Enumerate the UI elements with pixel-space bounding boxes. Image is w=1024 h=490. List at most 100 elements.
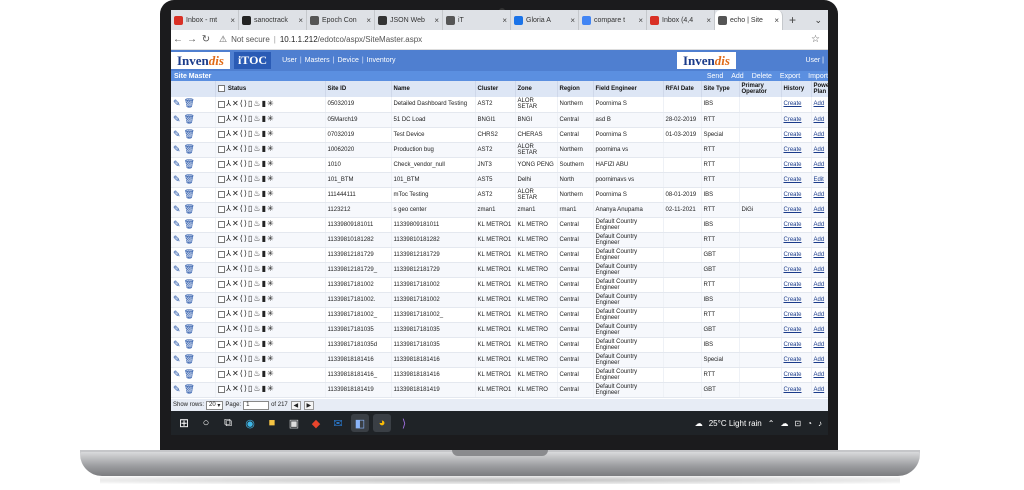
history-create-link[interactable]: Create — [784, 147, 802, 153]
header-status[interactable]: Status — [215, 81, 326, 97]
table-row[interactable]: ✎ 🗑 ⅄✕⟨⟩▯♨▮✳ 11339817181035 11339817181035 K… — [171, 322, 828, 338]
delete-trash-icon[interactable]: 🗑 — [184, 279, 195, 289]
edit-pencil-icon[interactable]: ✎ — [173, 204, 181, 214]
file-explorer-icon[interactable]: ■ — [263, 414, 281, 432]
table-row[interactable]: ✎ 🗑 ⅄✕⟨⟩▯♨▮✳ 05032019 Detailed Dashboard Te… — [171, 97, 828, 113]
row-checkbox[interactable] — [217, 145, 225, 153]
table-row[interactable]: ✎ 🗑 ⅄✕⟨⟩▯♨▮✳ 11339817181035d 11339817181035… — [171, 337, 828, 353]
header-cluster[interactable]: Cluster — [475, 81, 516, 97]
close-tab-icon[interactable]: × — [706, 16, 711, 25]
row-checkbox[interactable] — [217, 280, 225, 288]
power-plan-link[interactable]: Add — [814, 252, 825, 258]
power-plan-link[interactable]: Add — [814, 117, 825, 123]
close-tab-icon[interactable]: × — [366, 16, 371, 25]
power-plan-link[interactable]: Add — [814, 342, 825, 348]
history-create-link[interactable]: Create — [784, 162, 802, 168]
row-checkbox[interactable] — [217, 325, 225, 333]
power-plan-link[interactable]: Add — [814, 147, 825, 153]
delete-trash-icon[interactable]: 🗑 — [184, 264, 195, 274]
row-checkbox[interactable] — [217, 100, 225, 108]
browser-tab[interactable]: JSON Web × — [375, 10, 443, 30]
header-region[interactable]: Region — [557, 81, 594, 97]
edit-pencil-icon[interactable]: ✎ — [173, 309, 181, 319]
row-checkbox[interactable] — [217, 115, 225, 123]
delete-trash-icon[interactable]: 🗑 — [184, 234, 195, 244]
close-tab-icon[interactable]: × — [298, 16, 303, 25]
delete-trash-icon[interactable]: 🗑 — [184, 98, 195, 108]
history-create-link[interactable]: Create — [784, 357, 802, 363]
prev-page-button[interactable]: ◀ — [290, 400, 301, 410]
row-checkbox[interactable] — [217, 310, 225, 318]
power-plan-link[interactable]: Add — [814, 207, 825, 213]
power-plan-link[interactable]: Add — [814, 357, 825, 363]
browser-tab[interactable]: Gloria A × — [511, 10, 579, 30]
close-tab-icon[interactable]: × — [774, 16, 779, 25]
back-icon[interactable]: ← — [171, 34, 185, 45]
edit-pencil-icon[interactable]: ✎ — [173, 294, 181, 304]
network-icon[interactable]: ⊡ — [794, 419, 801, 428]
table-row[interactable]: ✎ 🗑 ⅄✕⟨⟩▯♨▮✳ 11339817181002. 11339817181002… — [171, 292, 828, 308]
row-checkbox[interactable] — [217, 220, 225, 228]
delete-trash-icon[interactable]: 🗑 — [184, 189, 195, 199]
delete-trash-icon[interactable]: 🗑 — [184, 159, 195, 169]
history-create-link[interactable]: Create — [784, 192, 802, 198]
menu-masters[interactable]: Masters — [302, 57, 333, 64]
browser-tab[interactable]: compare t × — [579, 10, 647, 30]
edit-pencil-icon[interactable]: ✎ — [173, 129, 181, 139]
history-create-link[interactable]: Create — [784, 312, 802, 318]
browser-tab[interactable]: Epoch Con × — [307, 10, 375, 30]
table-row[interactable]: ✎ 🗑 ⅄✕⟨⟩▯♨▮✳ 11339817181002_ 11339817181002… — [171, 307, 828, 323]
header-site-type[interactable]: Site Type — [701, 81, 740, 97]
row-checkbox[interactable] — [217, 235, 225, 243]
table-row[interactable]: ✎ 🗑 ⅄✕⟨⟩▯♨▮✳ 11339809181011 11339809181011 K… — [171, 217, 828, 233]
delete-button[interactable]: Delete — [752, 73, 772, 80]
delete-trash-icon[interactable]: 🗑 — [184, 309, 195, 319]
row-checkbox[interactable] — [217, 265, 225, 273]
browser-tab[interactable]: Inbox - mt × — [171, 10, 239, 30]
row-checkbox[interactable] — [217, 175, 225, 183]
history-create-link[interactable]: Create — [784, 267, 802, 273]
history-create-link[interactable]: Create — [784, 207, 802, 213]
history-create-link[interactable]: Create — [784, 177, 802, 183]
row-checkbox[interactable] — [217, 130, 225, 138]
delete-trash-icon[interactable]: 🗑 — [184, 294, 195, 304]
edit-pencil-icon[interactable]: ✎ — [173, 264, 181, 274]
power-plan-link[interactable]: Add — [814, 267, 825, 273]
history-create-link[interactable]: Create — [784, 132, 802, 138]
table-row[interactable]: ✎ 🗑 ⅄✕⟨⟩▯♨▮✳ 11339818181416_ 11339818181416… — [171, 367, 828, 383]
delete-trash-icon[interactable]: 🗑 — [184, 354, 195, 364]
edit-pencil-icon[interactable]: ✎ — [173, 159, 181, 169]
row-checkbox[interactable] — [217, 385, 225, 393]
power-plan-link[interactable]: Add — [814, 101, 825, 107]
table-row[interactable]: ✎ 🗑 ⅄✕⟨⟩▯♨▮✳ 07032019 Test Device CHRS2 CHERA… — [171, 127, 828, 143]
outlook-icon[interactable]: ✉ — [329, 414, 347, 432]
volume-icon[interactable]: ♪ — [818, 419, 822, 428]
next-page-button[interactable]: ▶ — [303, 400, 314, 410]
table-row[interactable]: ✎ 🗑 ⅄✕⟨⟩▯♨▮✳ 11339817181002 11339817181002 K… — [171, 277, 828, 293]
close-tab-icon[interactable]: × — [502, 16, 507, 25]
close-tab-icon[interactable]: × — [434, 16, 439, 25]
history-create-link[interactable]: Create — [784, 222, 802, 228]
table-row[interactable]: ✎ 🗑 ⅄✕⟨⟩▯♨▮✳ 1010 Check_vendor_null JNT3 YONG… — [171, 157, 828, 173]
edit-pencil-icon[interactable]: ✎ — [173, 144, 181, 154]
power-plan-link[interactable]: Add — [814, 132, 825, 138]
minimize-icon[interactable]: ⌄ — [814, 15, 828, 26]
delete-trash-icon[interactable]: 🗑 — [184, 219, 195, 229]
select-all-checkbox[interactable] — [217, 85, 225, 93]
delete-trash-icon[interactable]: 🗑 — [184, 249, 195, 259]
power-plan-link[interactable]: Add — [814, 162, 825, 168]
browser-tab[interactable]: echo | Site × — [715, 10, 783, 30]
menu-device[interactable]: Device — [334, 57, 361, 64]
edit-pencil-icon[interactable]: ✎ — [173, 324, 181, 334]
delete-trash-icon[interactable]: 🗑 — [184, 174, 195, 184]
delete-trash-icon[interactable]: 🗑 — [184, 204, 195, 214]
edit-pencil-icon[interactable]: ✎ — [173, 98, 181, 108]
send-button[interactable]: Send — [707, 73, 723, 80]
history-create-link[interactable]: Create — [784, 327, 802, 333]
app-icon[interactable]: ◧ — [351, 414, 369, 432]
office-icon[interactable]: ◆ — [307, 414, 325, 432]
power-plan-link[interactable]: Add — [814, 237, 825, 243]
menu-user[interactable]: User — [279, 57, 300, 64]
history-create-link[interactable]: Create — [784, 297, 802, 303]
add-button[interactable]: Add — [731, 73, 743, 80]
